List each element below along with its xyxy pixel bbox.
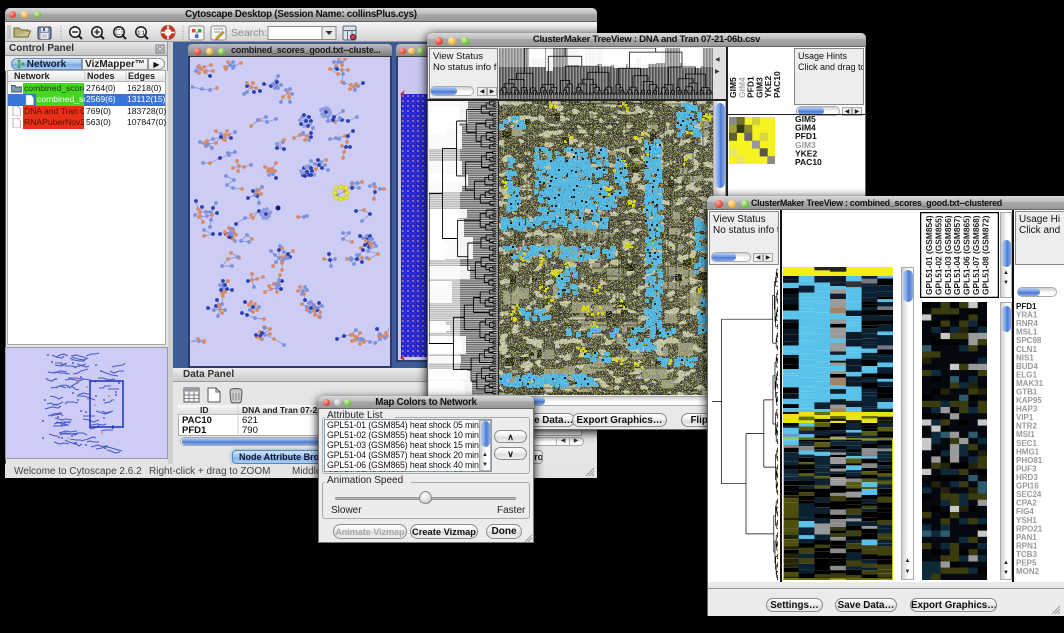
svg-text:PAC10: PAC10 bbox=[795, 157, 822, 167]
svg-text:MON2: MON2 bbox=[1016, 567, 1040, 576]
svg-text:1:1: 1:1 bbox=[137, 31, 144, 37]
svg-text:PAC10: PAC10 bbox=[772, 71, 782, 98]
svg-text:GPL51-08 (GSM872): GPL51-08 (GSM872) bbox=[980, 215, 990, 295]
svg-text:Search:: Search: bbox=[231, 27, 267, 39]
